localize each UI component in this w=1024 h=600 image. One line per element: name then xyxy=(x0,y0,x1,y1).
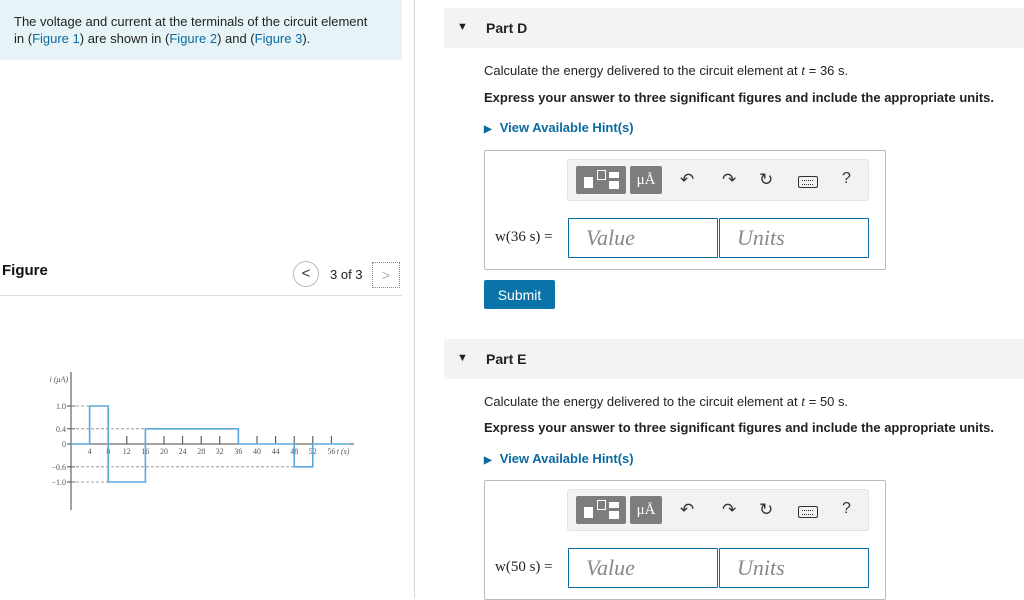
prompt-line1: The voltage and current at the terminals… xyxy=(14,14,368,29)
reset-icon[interactable]: ↻ xyxy=(759,170,773,190)
part-e-instructions: Express your answer to three significant… xyxy=(484,420,994,435)
hint-label: View Available Hint(s) xyxy=(499,451,634,466)
prompt-text: ) and ( xyxy=(217,31,255,46)
part-e-question: Calculate the energy delivered to the ci… xyxy=(484,394,848,411)
answer-label: w(36 s) = xyxy=(495,229,553,245)
value-input[interactable]: Value xyxy=(568,218,718,258)
prompt-text: in ( xyxy=(14,31,33,46)
part-d-question: Calculate the energy delivered to the ci… xyxy=(484,63,848,80)
prompt-text: ) are shown in ( xyxy=(79,31,170,46)
part-d-instructions: Express your answer to three significant… xyxy=(484,90,994,105)
part-e-answer-box: μÅ ↶ ↷ ↻ ? w(50 s) = Value Units xyxy=(484,480,886,600)
left-panel: The voltage and current at the terminals… xyxy=(0,0,402,598)
part-d-answer-box: μÅ ↶ ↷ ↻ ? w(36 s) = Value Units xyxy=(484,150,886,270)
math-toolbar: μÅ ↶ ↷ ↻ ? xyxy=(567,489,869,531)
units-symbol-button[interactable]: μÅ xyxy=(630,496,662,524)
help-button[interactable]: ? xyxy=(842,500,851,518)
undo-icon[interactable]: ↶ xyxy=(680,500,694,520)
x-tick-label: 32 xyxy=(216,447,224,456)
y-axis-label: i (μA) xyxy=(50,375,69,384)
part-d-title: Part D xyxy=(486,20,528,36)
y-tick-label: 0 xyxy=(62,440,66,449)
x-tick-label: 20 xyxy=(160,447,168,456)
redo-icon[interactable]: ↷ xyxy=(722,500,736,520)
keyboard-icon[interactable] xyxy=(798,506,818,518)
x-tick-label: 12 xyxy=(123,447,131,456)
units-input[interactable]: Units xyxy=(719,218,869,258)
previous-figure-button[interactable]: < xyxy=(293,261,319,287)
units-symbol-button[interactable]: μÅ xyxy=(630,166,662,194)
answer-label: w(50 s) = xyxy=(495,559,553,575)
templates-icon[interactable] xyxy=(576,496,626,524)
y-tick-label: −0.6 xyxy=(51,463,66,472)
value-input[interactable]: Value xyxy=(568,548,718,588)
question-text: = 36 s. xyxy=(805,63,849,78)
question-text: Calculate the energy delivered to the ci… xyxy=(484,394,802,409)
math-toolbar: μÅ ↶ ↷ ↻ ? xyxy=(567,159,869,201)
x-tick-label: 40 xyxy=(253,447,261,456)
panel-divider xyxy=(414,0,415,598)
expand-triangle-icon: ▶ xyxy=(484,124,492,135)
undo-icon[interactable]: ↶ xyxy=(680,170,694,190)
prompt-line2: in (Figure 1) are shown in (Figure 2) an… xyxy=(14,30,388,47)
x-tick-label: 44 xyxy=(272,447,280,456)
keyboard-icon[interactable] xyxy=(798,176,818,188)
redo-icon[interactable]: ↷ xyxy=(722,170,736,190)
help-button[interactable]: ? xyxy=(842,170,851,188)
x-tick-label: 24 xyxy=(179,447,187,456)
part-e-header[interactable]: ▼ Part E xyxy=(444,339,1024,379)
figure-title: Figure xyxy=(2,262,48,279)
x-axis-label: t (s) xyxy=(337,447,350,456)
prompt-text: ). xyxy=(302,31,311,46)
question-text: Calculate the energy delivered to the ci… xyxy=(484,63,802,78)
figure-header: Figure < 3 of 3 > xyxy=(0,258,402,296)
hint-label: View Available Hint(s) xyxy=(499,120,634,135)
x-tick-label: 28 xyxy=(197,447,205,456)
x-tick-label: 36 xyxy=(234,447,242,456)
part-e-hint-link[interactable]: ▶ View Available Hint(s) xyxy=(484,451,634,466)
y-tick-label: −1.0 xyxy=(51,478,66,487)
x-tick-label: 56 xyxy=(327,447,335,456)
part-e-title: Part E xyxy=(486,351,527,367)
reset-icon[interactable]: ↻ xyxy=(759,500,773,520)
collapse-icon: ▼ xyxy=(457,21,468,33)
figure3-link[interactable]: Figure 3 xyxy=(255,31,303,46)
x-tick-label: 4 xyxy=(88,447,92,456)
next-figure-button[interactable]: > xyxy=(372,262,400,288)
collapse-icon: ▼ xyxy=(457,352,468,364)
problem-statement: The voltage and current at the terminals… xyxy=(0,0,402,60)
expand-triangle-icon: ▶ xyxy=(484,455,492,466)
question-text: = 50 s. xyxy=(805,394,849,409)
y-tick-label: 1.0 xyxy=(56,402,66,411)
figure-counter: 3 of 3 xyxy=(330,267,363,282)
part-d-hint-link[interactable]: ▶ View Available Hint(s) xyxy=(484,120,634,135)
part-d-header[interactable]: ▼ Part D xyxy=(444,8,1024,48)
figure1-link[interactable]: Figure 1 xyxy=(32,31,80,46)
current-waveform-chart: i (μA)t (s)1.00.40−0.6−1.04 8 12 16 20 24 28 32… xyxy=(50,372,354,510)
figure2-link[interactable]: Figure 2 xyxy=(169,31,217,46)
submit-button[interactable]: Submit xyxy=(484,280,555,309)
units-input[interactable]: Units xyxy=(719,548,869,588)
y-tick-label: 0.4 xyxy=(56,425,66,434)
templates-icon[interactable] xyxy=(576,166,626,194)
